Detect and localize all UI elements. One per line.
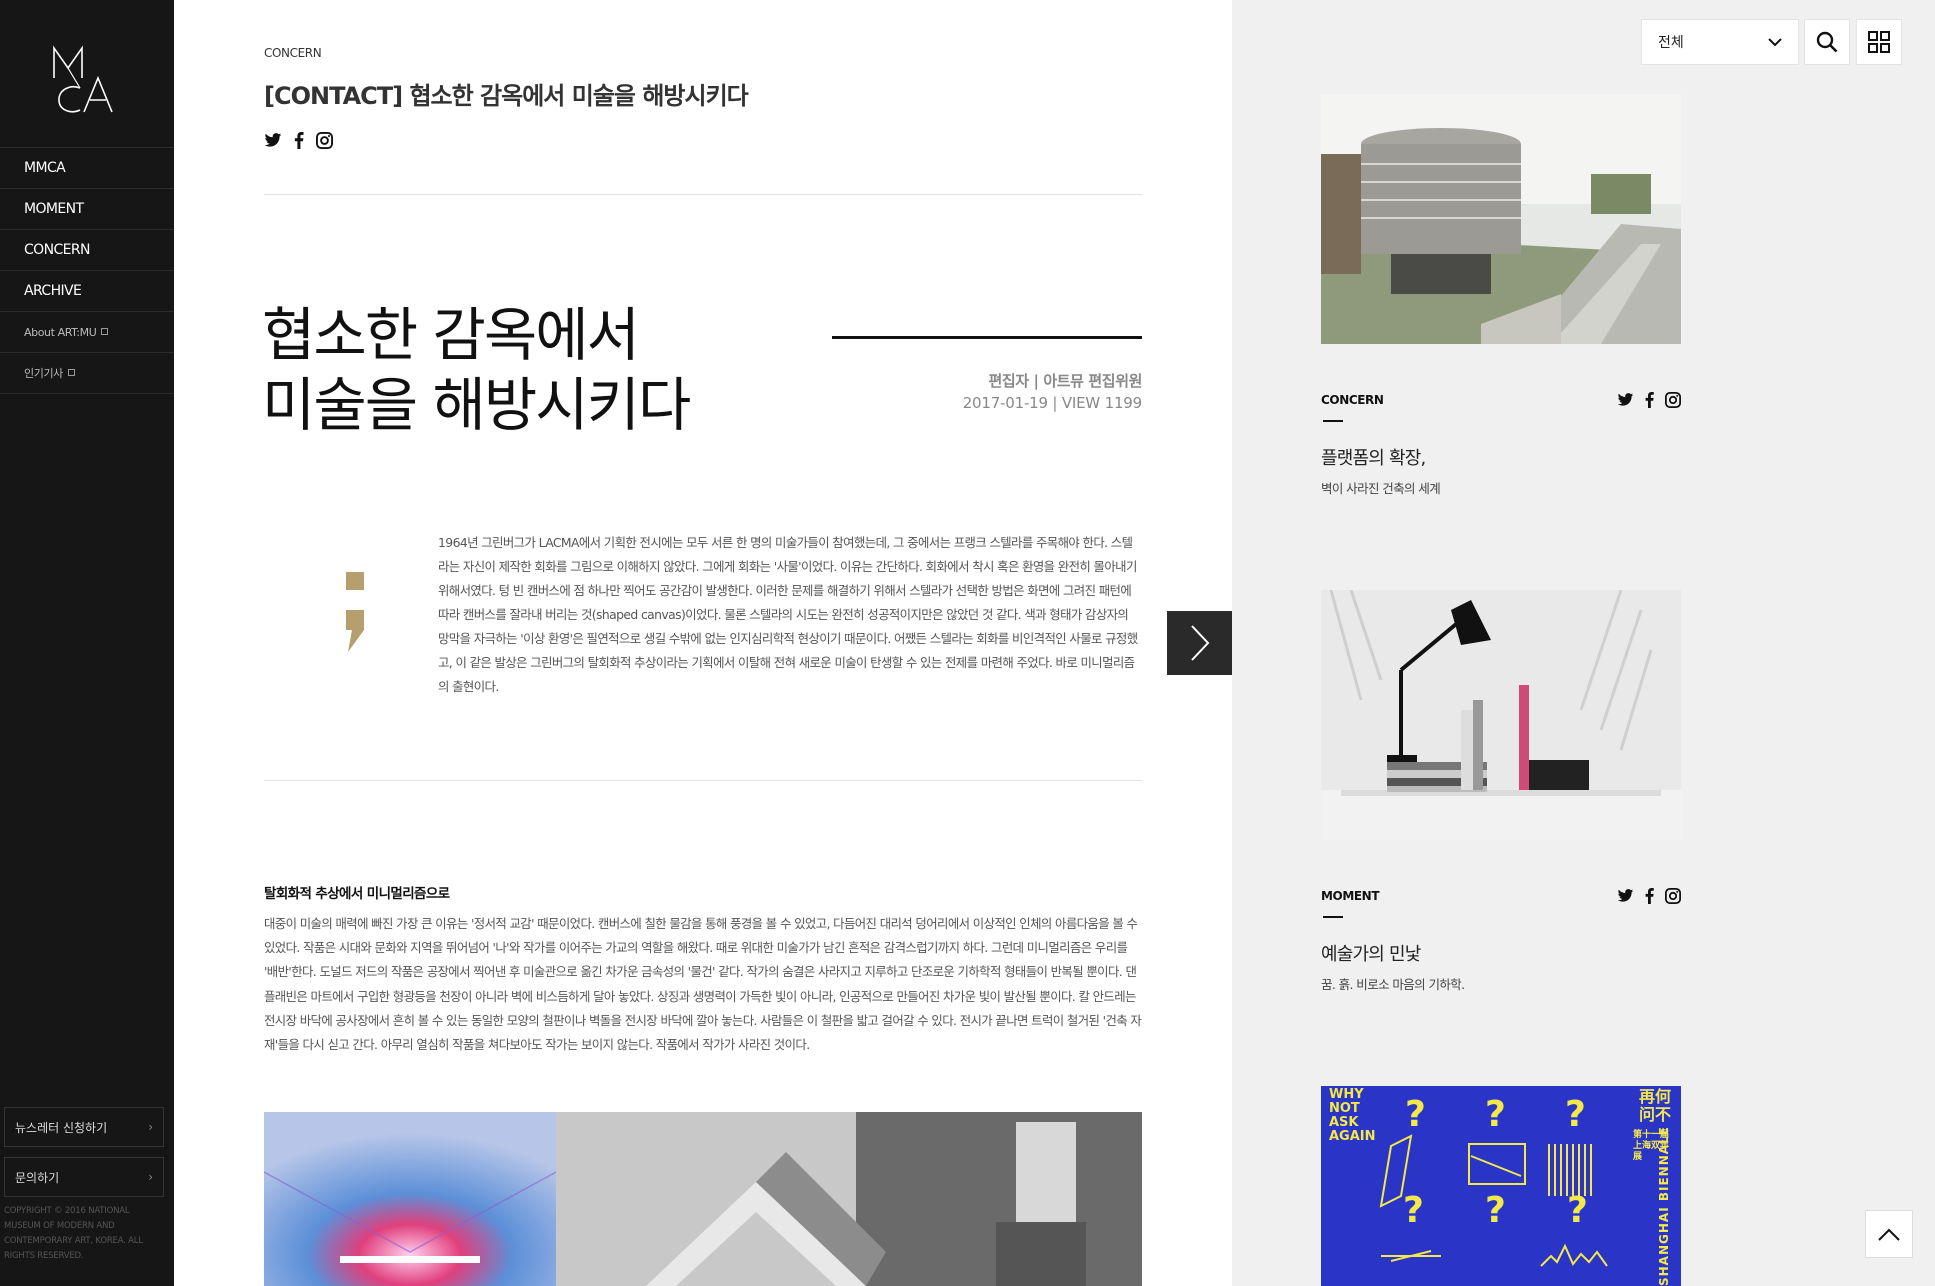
article: CONCERN [CONTACT] 협소한 감옥에서 미술을 해방시키다 협소한…: [174, 0, 1232, 1286]
next-article-button[interactable]: [1167, 611, 1232, 675]
sidebar-nav: MMCA MOMENT CONCERN ARCHIVE About ART:MU…: [0, 147, 174, 394]
poster-vertical-text: SHANGHAI BIENNALE: [1657, 1126, 1671, 1286]
divider: [264, 194, 1142, 195]
sidebar: MMCA MOMENT CONCERN ARCHIVE About ART:MU…: [0, 0, 174, 1286]
instagram-icon[interactable]: [1665, 888, 1681, 904]
external-link-icon: [101, 327, 109, 335]
contact-label: 문의하기: [15, 1170, 60, 1185]
sidebar-item-concern[interactable]: CONCERN: [0, 230, 174, 271]
hero-title-line: 미술을 해방시키다: [262, 371, 691, 439]
copyright: COPYRIGHT © 2016 NATIONAL MUSEUM OF MODE…: [4, 1206, 143, 1261]
svg-text:?: ?: [1485, 1190, 1506, 1231]
card-subtitle: 벽이 사라진 건축의 세계: [1321, 481, 1441, 496]
divider: [264, 780, 1142, 781]
body-paragraph: 대중이 미술의 매력에 빠진 가장 큰 이유는 '정서적 교감' 때문이었다. …: [264, 916, 1142, 1053]
newsletter-button[interactable]: 뉴스레터 신청하기 ›: [4, 1107, 164, 1147]
svg-text:?: ?: [1405, 1094, 1426, 1135]
svg-text:?: ?: [1567, 1190, 1588, 1231]
card-title[interactable]: 예술가의 민낯: [1321, 940, 1421, 966]
card-category[interactable]: CONCERN: [1321, 393, 1384, 407]
sidebar-item-moment[interactable]: MOMENT: [0, 189, 174, 230]
card-image-building[interactable]: [1321, 94, 1681, 344]
author: 편집자 | 아트뮤 편집위원: [988, 372, 1142, 390]
sidebar-item-archive[interactable]: ARCHIVE: [0, 271, 174, 312]
mmca-logo[interactable]: [50, 44, 120, 116]
search-icon: [1816, 31, 1838, 53]
card-meta: CONCERN: [1321, 392, 1681, 408]
external-link-icon: [67, 368, 75, 376]
twitter-icon[interactable]: [1617, 889, 1634, 903]
title-rule: [832, 336, 1142, 339]
grid-icon: [1868, 31, 1890, 53]
article-image-sculpture: [556, 1112, 1142, 1286]
chevron-right-icon: ›: [148, 1170, 153, 1184]
section-heading: 탈회화적 추상에서 미니멀리즘으로: [264, 886, 450, 902]
sidebar-item-label: 인기기사: [24, 367, 63, 380]
facebook-icon[interactable]: [294, 132, 304, 149]
search-button[interactable]: [1804, 19, 1850, 65]
related-card: MOMENT 예술가의 민낯 꿈. 흙. 비로소 마음의 기하학.: [1321, 590, 1681, 1000]
sidebar-item-popular[interactable]: 인기기사: [0, 353, 174, 394]
grid-view-button[interactable]: [1856, 19, 1902, 65]
card-image-lamp[interactable]: [1321, 590, 1681, 840]
share-buttons: [1617, 392, 1681, 408]
svg-text:?: ?: [1565, 1094, 1586, 1135]
svg-text:?: ?: [1485, 1094, 1506, 1135]
sidebar-item-label: About ART:MU: [24, 325, 97, 339]
chevron-right-icon: ›: [148, 1120, 153, 1134]
share-buttons: [1617, 888, 1681, 904]
quote-mark-icon: [346, 572, 364, 652]
card-dash: [1323, 916, 1343, 918]
card-category[interactable]: MOMENT: [1321, 889, 1380, 903]
lead-paragraph: 1964년 그린버그가 LACMA에서 기획한 전시에는 모두 서른 한 명의 …: [438, 535, 1138, 694]
twitter-icon[interactable]: [264, 133, 282, 148]
chevron-right-icon: [1190, 625, 1209, 661]
instagram-icon[interactable]: [1665, 392, 1681, 408]
card-title[interactable]: 플랫폼의 확장,: [1321, 444, 1426, 470]
sidebar-item-label: ARCHIVE: [24, 283, 82, 299]
card-subtitle: 꿈. 흙. 비로소 마음의 기하학.: [1321, 977, 1465, 992]
sidebar-item-label: MOMENT: [24, 201, 84, 217]
date-views: 2017-01-19 | VIEW 1199: [962, 394, 1143, 412]
sidebar-item-about[interactable]: About ART:MU: [0, 312, 174, 353]
contact-button[interactable]: 문의하기 ›: [4, 1157, 164, 1197]
category-filter-select[interactable]: 전체: [1641, 19, 1799, 65]
sidebar-item-label: CONCERN: [24, 242, 90, 258]
newsletter-label: 뉴스레터 신청하기: [15, 1120, 108, 1135]
card-dash: [1323, 420, 1343, 422]
related-card: CONCERN 플랫폼의 확장, 벽이 사라진 건축의 세계: [1321, 94, 1681, 504]
page-title: [CONTACT] 협소한 감옥에서 미술을 해방시키다: [264, 82, 749, 110]
hero-title: 협소한 감옥에서 미술을 해방시키다: [262, 300, 691, 440]
chevron-down-icon: [1768, 37, 1782, 46]
card-image-poster[interactable]: ??? ??? WHY NOT ASK AGAIN 再何问不 第十一届上海双年展…: [1321, 1086, 1681, 1286]
related-card: ??? ??? WHY NOT ASK AGAIN 再何问不 第十一届上海双年展…: [1321, 1086, 1681, 1286]
card-meta: MOMENT: [1321, 888, 1681, 904]
facebook-icon[interactable]: [1645, 888, 1654, 904]
svg-text:?: ?: [1403, 1190, 1424, 1231]
twitter-icon[interactable]: [1617, 393, 1634, 407]
scroll-top-button[interactable]: [1865, 1210, 1913, 1258]
poster-text-left: WHY NOT ASK AGAIN: [1329, 1087, 1376, 1144]
article-category[interactable]: CONCERN: [264, 46, 322, 60]
facebook-icon[interactable]: [1645, 392, 1654, 408]
sidebar-item-label: MMCA: [24, 160, 66, 176]
chevron-up-icon: [1878, 1228, 1900, 1241]
hero-title-line: 협소한 감옥에서: [262, 301, 640, 369]
filter-selected: 전체: [1658, 35, 1684, 51]
article-image-light-installation: [264, 1112, 556, 1286]
sidebar-item-mmca[interactable]: MMCA: [0, 148, 174, 189]
poster-text-right: 再何问不: [1639, 1087, 1672, 1124]
share-buttons: [264, 132, 333, 149]
instagram-icon[interactable]: [316, 132, 333, 149]
